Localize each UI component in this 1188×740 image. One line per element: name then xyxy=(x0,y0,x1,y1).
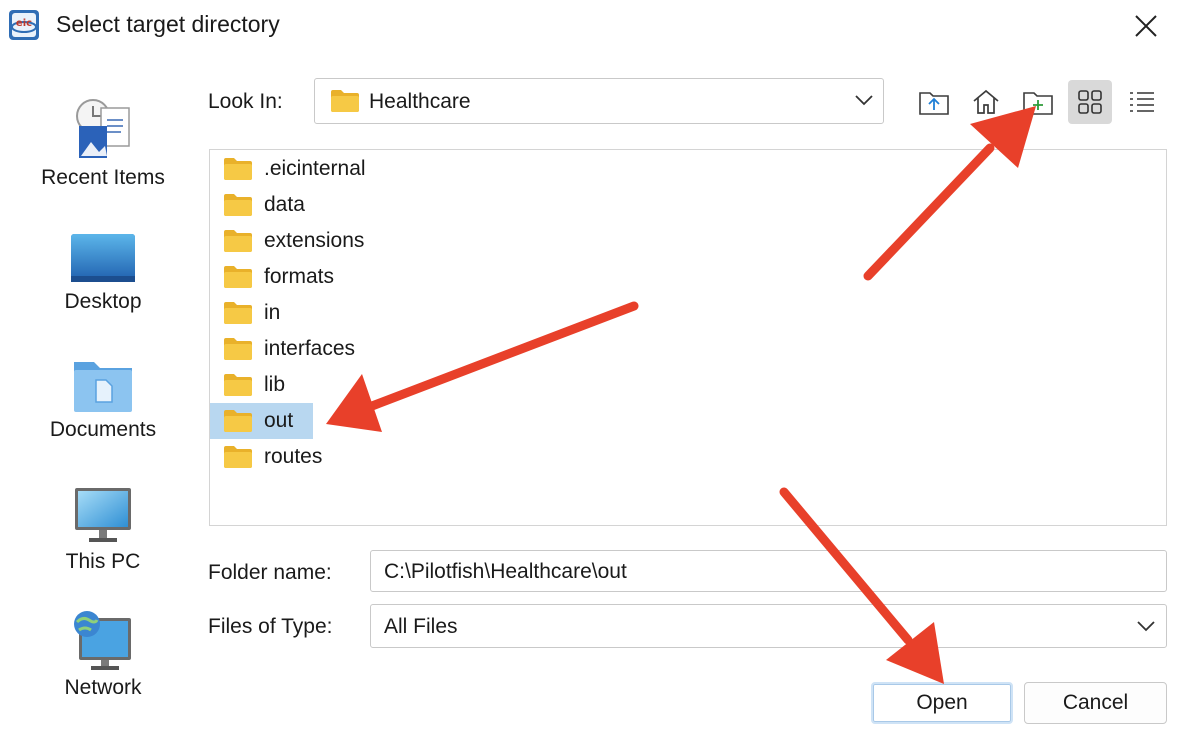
place-label: Recent Items xyxy=(41,166,165,189)
folder-icon xyxy=(224,410,252,432)
chevron-down-icon xyxy=(1137,621,1155,632)
home-icon xyxy=(973,89,999,114)
place-label: Network xyxy=(64,676,142,699)
network-icon xyxy=(74,611,131,670)
place-recent-items[interactable]: Recent Items xyxy=(20,98,186,190)
this-pc-icon xyxy=(75,488,131,542)
new-folder-icon xyxy=(1023,92,1053,115)
file-name: interfaces xyxy=(264,337,356,360)
close-button[interactable] xyxy=(1124,6,1168,46)
place-this-pc[interactable]: This PC xyxy=(20,486,186,574)
list-item[interactable]: formats xyxy=(210,259,354,295)
place-network[interactable]: Network xyxy=(20,610,186,700)
look-in-combo[interactable]: Healthcare xyxy=(314,78,884,124)
place-label: Desktop xyxy=(64,290,142,313)
app-icon: eic xyxy=(8,9,40,41)
files-of-type-combo[interactable]: All Files xyxy=(370,604,1167,648)
folder-up-icon xyxy=(919,92,949,115)
close-icon xyxy=(1135,15,1157,37)
grid-view-button[interactable] xyxy=(1068,80,1112,124)
documents-icon xyxy=(74,362,132,412)
list-item-selected[interactable]: out xyxy=(210,403,314,439)
open-button[interactable]: Open xyxy=(871,682,1013,724)
files-of-type-label: Files of Type: xyxy=(208,615,333,638)
app-icon-text: eic xyxy=(16,18,32,29)
file-list[interactable]: .eicinternal data extensions formats in … xyxy=(209,149,1167,526)
list-item[interactable]: extensions xyxy=(210,223,384,259)
folder-name-input[interactable]: C:\Pilotfish\Healthcare\out xyxy=(370,550,1167,592)
list-item[interactable]: in xyxy=(210,295,300,331)
place-desktop[interactable]: Desktop xyxy=(20,230,186,314)
place-label: This PC xyxy=(65,550,141,573)
list-item[interactable]: routes xyxy=(210,439,342,475)
list-item[interactable]: data xyxy=(210,187,325,223)
look-in-label: Look In: xyxy=(208,90,283,113)
up-folder-button[interactable] xyxy=(912,80,956,124)
folder-icon xyxy=(224,374,252,396)
folder-icon xyxy=(224,302,252,324)
file-name: lib xyxy=(264,373,286,396)
folder-icon xyxy=(224,446,252,468)
file-name: out xyxy=(264,409,294,432)
file-name: routes xyxy=(264,445,323,468)
list-view-button[interactable] xyxy=(1120,80,1164,124)
new-folder-button[interactable] xyxy=(1016,80,1060,124)
folder-icon xyxy=(224,194,252,216)
folder-icon xyxy=(331,90,359,112)
folder-icon xyxy=(224,338,252,360)
file-name: data xyxy=(264,193,305,216)
list-view-icon xyxy=(1130,92,1154,112)
folder-icon xyxy=(224,158,252,180)
file-name: .eicinternal xyxy=(264,157,366,180)
file-name: formats xyxy=(264,265,335,288)
folder-name-label: Folder name: xyxy=(208,561,332,584)
list-item[interactable]: interfaces xyxy=(210,331,375,367)
list-item[interactable]: .eicinternal xyxy=(210,151,386,187)
window-title: Select target directory xyxy=(56,11,280,37)
folder-icon xyxy=(224,230,252,252)
list-item[interactable]: lib xyxy=(210,367,305,403)
home-button[interactable] xyxy=(964,80,1008,124)
chevron-down-icon xyxy=(855,95,873,106)
place-label: Documents xyxy=(49,418,157,441)
file-name: in xyxy=(264,301,281,324)
files-of-type-value: All Files xyxy=(384,615,458,638)
recent-items-icon xyxy=(76,99,130,158)
cancel-button[interactable]: Cancel xyxy=(1024,682,1167,724)
folder-icon xyxy=(224,266,252,288)
place-documents[interactable]: Documents xyxy=(20,356,186,442)
title-bar: eic Select target directory xyxy=(0,0,1188,52)
grid-view-icon xyxy=(1078,90,1102,114)
desktop-icon xyxy=(71,234,135,282)
file-name: extensions xyxy=(264,229,365,252)
look-in-value: Healthcare xyxy=(369,90,471,113)
